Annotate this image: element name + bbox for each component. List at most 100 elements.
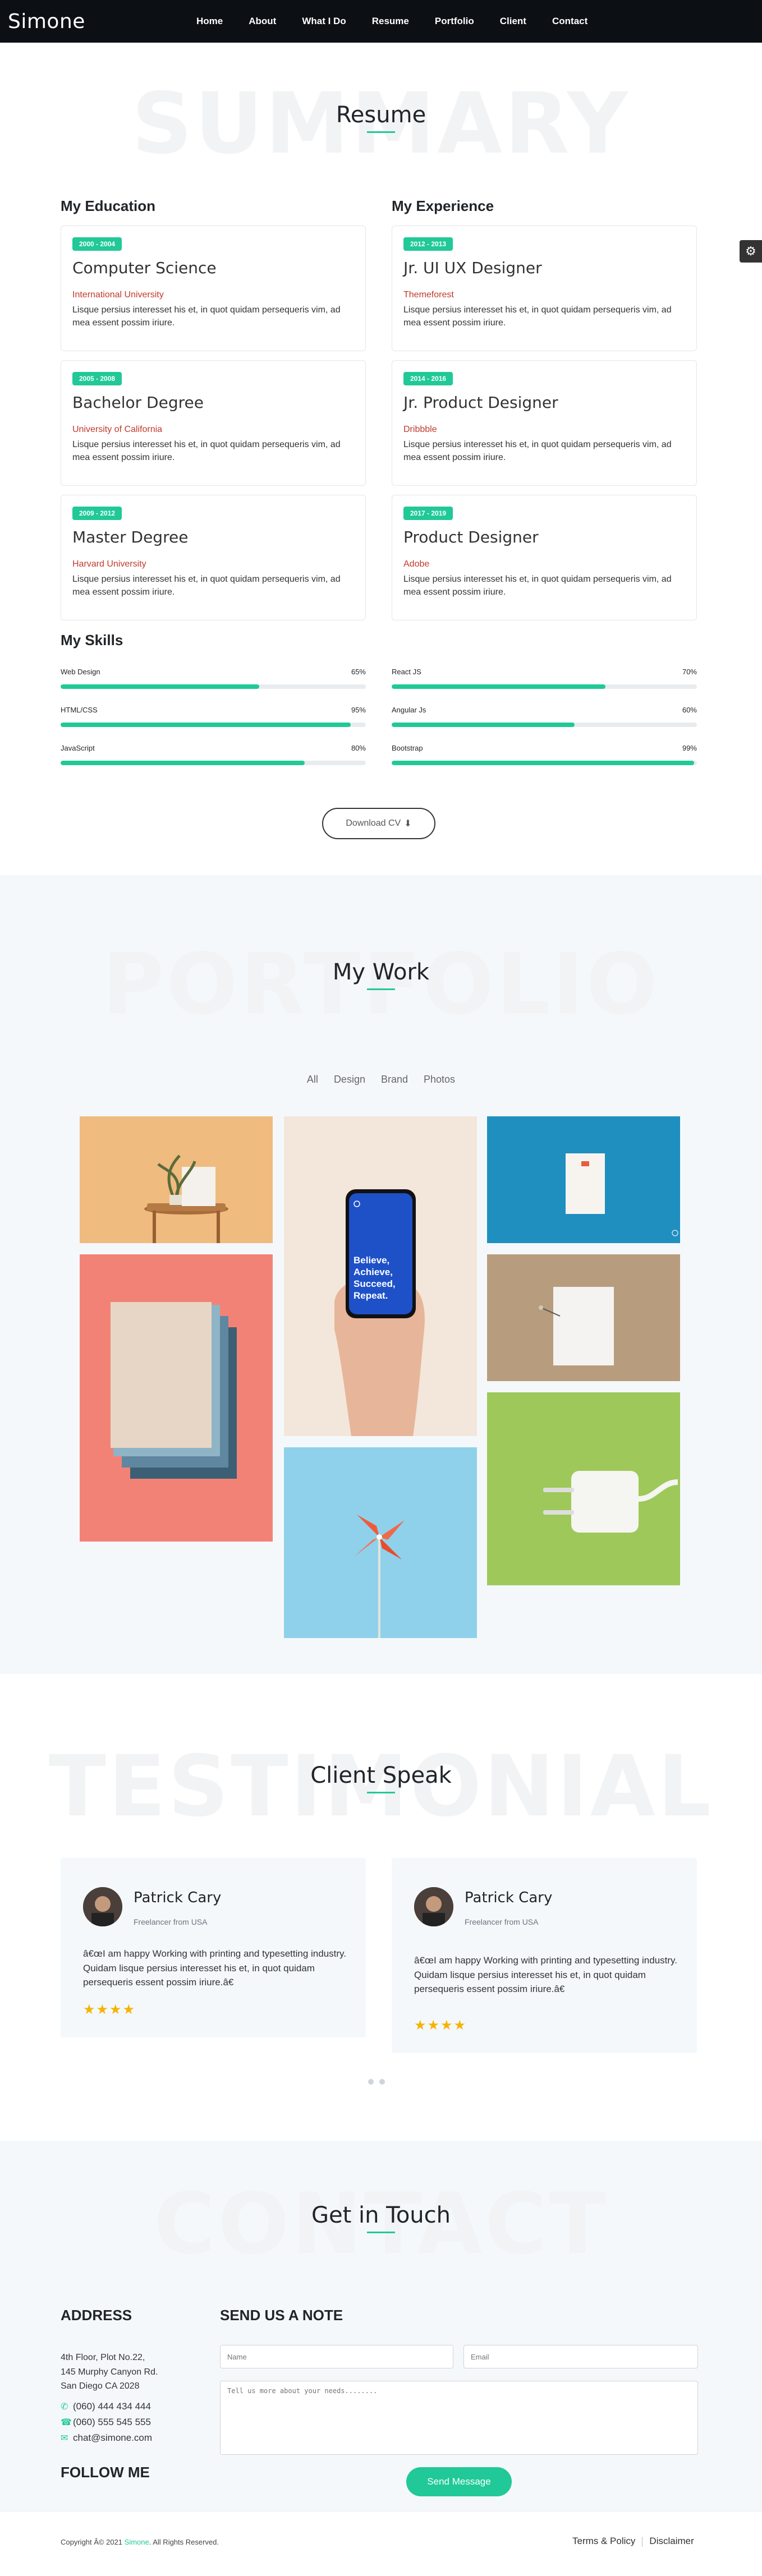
address-line: 4th Floor, Plot No.22, bbox=[61, 2353, 145, 2362]
card-org: International University bbox=[72, 290, 164, 300]
skill-percent: 99% bbox=[682, 744, 697, 752]
portfolio-item[interactable] bbox=[487, 1392, 680, 1585]
download-cv-button[interactable]: Download CV ⬇ bbox=[322, 808, 435, 839]
phone-number: (060) 444 434 444 bbox=[73, 2401, 151, 2412]
portfolio-item[interactable] bbox=[487, 1254, 680, 1381]
skill-name: Bootstrap bbox=[392, 744, 423, 752]
skill-fill bbox=[392, 723, 575, 727]
nav-menu: Home About What I Do Resume Portfolio Cl… bbox=[196, 0, 613, 43]
skills-heading: My Skills bbox=[61, 632, 123, 648]
portfolio-item[interactable] bbox=[284, 1447, 477, 1638]
fax-icon: ☎ bbox=[61, 2418, 72, 2427]
envelope-icon: ✉ bbox=[61, 2434, 68, 2443]
portfolio-image bbox=[487, 1254, 680, 1381]
skill-fill bbox=[61, 723, 351, 727]
skill-fill bbox=[61, 684, 259, 689]
copyright-suffix: . All Rights Reserved. bbox=[149, 2538, 219, 2546]
phone-line: ✆ (060) 444 434 444 bbox=[61, 2401, 151, 2412]
year-badge: 2012 - 2013 bbox=[403, 237, 453, 251]
copyright-brand-link[interactable]: Simone bbox=[125, 2538, 149, 2546]
experience-card: 2017 - 2019 Product Designer Adobe Lisqu… bbox=[392, 495, 697, 620]
fax-number: (060) 555 545 555 bbox=[73, 2417, 151, 2427]
brand-logo[interactable]: Simone bbox=[8, 10, 85, 33]
settings-gear-icon[interactable]: ⚙ bbox=[740, 240, 762, 263]
nav-what-i-do[interactable]: What I Do bbox=[302, 16, 346, 27]
skill-name: HTML/CSS bbox=[61, 706, 98, 714]
title-underline bbox=[367, 988, 395, 990]
education-card: 2005 - 2008 Bachelor Degree University o… bbox=[61, 360, 366, 486]
portfolio-image bbox=[80, 1254, 273, 1542]
nav-home[interactable]: Home bbox=[196, 16, 223, 27]
skill-percent: 95% bbox=[351, 706, 366, 714]
testimonial-section-title: TESTIMONIAL Client Speak bbox=[0, 1745, 762, 1829]
card-desc: Lisque persius interesset his et, in quo… bbox=[403, 574, 672, 597]
skill-name: Web Design bbox=[61, 668, 100, 676]
address-heading: ADDRESS bbox=[61, 2307, 132, 2324]
skill-name: Angular Js bbox=[392, 706, 426, 714]
portfolio-filters: All Design Brand Photos bbox=[0, 1074, 762, 1085]
message-textarea[interactable] bbox=[220, 2381, 698, 2455]
nav-client[interactable]: Client bbox=[500, 16, 526, 27]
year-badge: 2017 - 2019 bbox=[403, 507, 453, 520]
phone-icon: ✆ bbox=[61, 2402, 68, 2412]
carousel-dot[interactable] bbox=[368, 2079, 374, 2085]
portfolio-item[interactable] bbox=[80, 1254, 273, 1542]
email-address[interactable]: chat@simone.com bbox=[73, 2432, 152, 2444]
card-org: Harvard University bbox=[72, 559, 146, 569]
client-from: Freelancer from USA bbox=[134, 1917, 208, 1926]
skill-name: JavaScript bbox=[61, 744, 95, 752]
disclaimer-link[interactable]: Disclaimer bbox=[642, 2536, 700, 2547]
skill-percent: 60% bbox=[682, 706, 697, 714]
year-badge: 2014 - 2016 bbox=[403, 372, 453, 385]
follow-heading: FOLLOW ME bbox=[61, 2464, 150, 2481]
footer-links: Terms & Policy Disclaimer bbox=[566, 2536, 701, 2547]
avatar bbox=[83, 1887, 122, 1926]
nav-resume[interactable]: Resume bbox=[372, 16, 409, 27]
experience-card: 2012 - 2013 Jr. UI UX Designer Themefore… bbox=[392, 226, 697, 351]
filter-brand[interactable]: Brand bbox=[381, 1074, 408, 1085]
carousel-dot[interactable] bbox=[379, 2079, 385, 2085]
portfolio-image bbox=[487, 1116, 680, 1243]
skill-track bbox=[392, 723, 697, 727]
filter-photos[interactable]: Photos bbox=[424, 1074, 455, 1085]
portfolio-item[interactable]: Believe, Achieve, Succeed, Repeat. bbox=[284, 1116, 477, 1436]
client-quote: â€œI am happy Working with printing and … bbox=[83, 1948, 346, 1988]
skill-bar: Web Design 65% bbox=[61, 668, 366, 696]
client-from: Freelancer from USA bbox=[465, 1917, 539, 1926]
nav-contact[interactable]: Contact bbox=[552, 16, 587, 27]
download-cv-label: Download CV bbox=[346, 818, 401, 828]
name-input[interactable] bbox=[220, 2345, 453, 2368]
copyright-prefix: Copyright Â© 2021 bbox=[61, 2538, 123, 2546]
client-quote: â€œI am happy Working with printing and … bbox=[414, 1955, 677, 1994]
card-desc: Lisque persius interesset his et, in quo… bbox=[72, 574, 341, 597]
navbar: Simone Home About What I Do Resume Portf… bbox=[0, 0, 762, 43]
terms-link[interactable]: Terms & Policy bbox=[566, 2536, 642, 2547]
nav-portfolio[interactable]: Portfolio bbox=[435, 16, 474, 27]
portfolio-image bbox=[487, 1392, 680, 1585]
portfolio-item[interactable] bbox=[80, 1116, 273, 1243]
skill-percent: 65% bbox=[351, 668, 366, 676]
skill-bar: Angular Js 60% bbox=[392, 706, 697, 734]
filter-design[interactable]: Design bbox=[334, 1074, 365, 1085]
email-line: ✉ chat@simone.com bbox=[61, 2432, 152, 2444]
skill-bar: Bootstrap 99% bbox=[392, 744, 697, 772]
rating-stars-icon: ★★★★ bbox=[83, 2002, 136, 2017]
experience-heading: My Experience bbox=[392, 197, 494, 214]
email-input[interactable] bbox=[463, 2345, 698, 2368]
send-message-button[interactable]: Send Message bbox=[406, 2467, 512, 2496]
avatar bbox=[414, 1887, 453, 1926]
client-name: Patrick Cary bbox=[134, 1889, 222, 1906]
skill-name: React JS bbox=[392, 668, 421, 676]
card-org: Themeforest bbox=[403, 290, 454, 300]
education-card: 2009 - 2012 Master Degree Harvard Univer… bbox=[61, 495, 366, 620]
filter-all[interactable]: All bbox=[307, 1074, 318, 1085]
title-underline bbox=[367, 131, 395, 133]
client-name: Patrick Cary bbox=[465, 1889, 553, 1906]
address-block: 4th Floor, Plot No.22, 145 Murphy Canyon… bbox=[61, 2350, 158, 2394]
testimonial-card: Patrick Cary Freelancer from USA â€œI am… bbox=[61, 1858, 366, 2037]
portfolio-item[interactable] bbox=[487, 1116, 680, 1243]
year-badge: 2000 - 2004 bbox=[72, 237, 122, 251]
education-card: 2000 - 2004 Computer Science Internation… bbox=[61, 226, 366, 351]
card-title: Bachelor Degree bbox=[72, 393, 204, 412]
nav-about[interactable]: About bbox=[249, 16, 276, 27]
